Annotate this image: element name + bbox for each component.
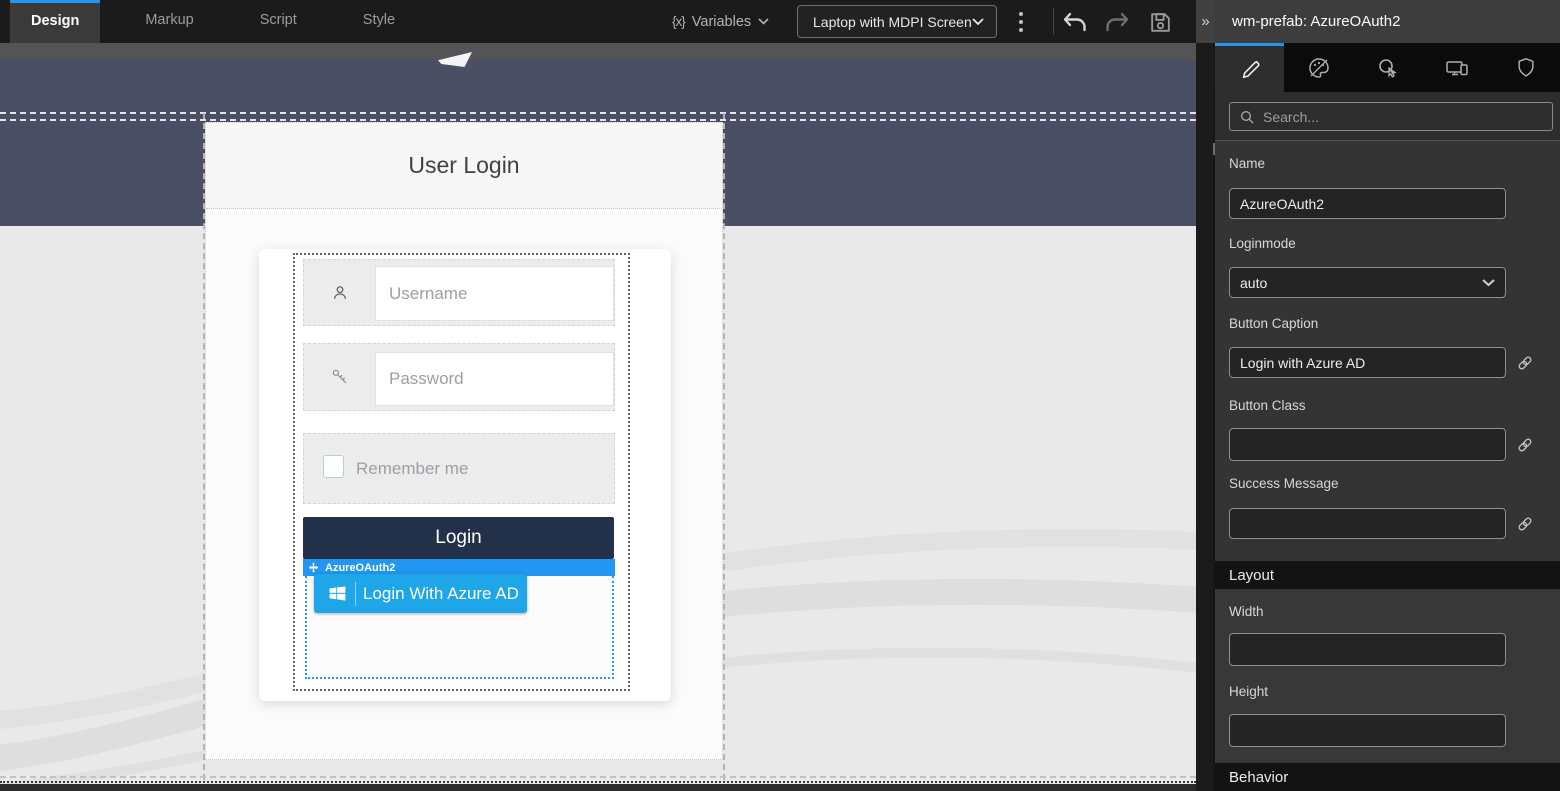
toolbar-divider xyxy=(1053,8,1054,35)
width-input[interactable] xyxy=(1229,633,1506,666)
variables-label: Variables xyxy=(692,14,751,30)
selection-guide-line xyxy=(0,776,1196,778)
magnifier-cursor-icon xyxy=(1376,56,1400,80)
selection-guide-line xyxy=(0,112,1196,114)
bind-link-icon[interactable] xyxy=(1516,354,1534,372)
username-input[interactable]: Username xyxy=(375,266,614,321)
search-input[interactable] xyxy=(1263,109,1523,125)
azure-button-label: Login With Azure AD xyxy=(363,584,519,604)
tab-properties[interactable] xyxy=(1215,43,1284,92)
designed-page[interactable]: User Login Username xyxy=(205,122,723,760)
remember-me-row[interactable]: Remember me xyxy=(303,433,615,504)
remember-me-label: Remember me xyxy=(356,434,468,503)
height-label: Height xyxy=(1229,684,1268,699)
mode-tabs: Design Markup Script Style xyxy=(10,0,416,43)
variables-menu[interactable]: {x} Variables xyxy=(672,0,769,43)
selection-guide-line xyxy=(723,113,725,780)
save-icon xyxy=(1148,10,1173,35)
shield-icon xyxy=(1515,56,1537,79)
canvas-top-strip xyxy=(0,43,1196,60)
chevron-down-icon xyxy=(1482,279,1495,287)
devices-icon xyxy=(1444,56,1470,80)
width-label: Width xyxy=(1229,604,1264,619)
name-label: Name xyxy=(1229,156,1265,171)
pencil-icon xyxy=(1239,58,1261,80)
username-row[interactable]: Username xyxy=(303,259,615,326)
selection-guide-line xyxy=(0,119,1196,121)
more-options-button[interactable] xyxy=(1018,12,1024,32)
double-chevron-icon: » xyxy=(1201,13,1209,30)
button-caption-input[interactable] xyxy=(1229,347,1506,378)
undo-icon xyxy=(1062,10,1088,34)
success-message-label: Success Message xyxy=(1229,476,1339,491)
redo-icon xyxy=(1104,10,1130,34)
redo-button[interactable] xyxy=(1103,8,1131,36)
tab-script[interactable]: Script xyxy=(239,0,318,43)
azure-login-button[interactable]: Login With Azure AD xyxy=(314,574,527,613)
top-toolbar: Design Markup Script Style {x} Variables… xyxy=(0,0,1215,43)
panel-body: Name Loginmode auto Button Caption Butto… xyxy=(1215,141,1560,791)
button-caption-label: Button Caption xyxy=(1229,316,1318,331)
remember-me-checkbox[interactable] xyxy=(323,455,344,478)
device-selector[interactable]: Laptop with MDPI Screen xyxy=(797,5,997,38)
button-divider xyxy=(355,582,356,606)
behavior-section-header[interactable]: Behavior xyxy=(1215,763,1560,791)
loginmode-select[interactable]: auto xyxy=(1229,267,1506,298)
page-header[interactable]: User Login xyxy=(206,123,722,209)
prefab-tag-label: AzureOAuth2 xyxy=(325,562,395,574)
tab-styles[interactable] xyxy=(1284,43,1353,92)
canvas-bottom-strip xyxy=(0,784,1196,791)
success-message-input[interactable] xyxy=(1229,508,1506,539)
button-class-label: Button Class xyxy=(1229,398,1306,413)
variables-icon: {x} xyxy=(672,14,685,29)
panel-tabs xyxy=(1215,43,1560,92)
tab-design[interactable]: Design xyxy=(10,0,100,43)
save-button[interactable] xyxy=(1146,8,1174,36)
page-title: User Login xyxy=(408,152,519,179)
login-button[interactable]: Login xyxy=(303,517,614,559)
layout-section-header[interactable]: Layout xyxy=(1215,561,1560,589)
chevron-down-icon xyxy=(758,18,769,25)
loginmode-label: Loginmode xyxy=(1229,236,1296,251)
search-icon xyxy=(1239,109,1255,125)
bind-link-icon[interactable] xyxy=(1516,436,1534,454)
loginmode-value: auto xyxy=(1240,275,1482,291)
design-canvas[interactable]: User Login Username xyxy=(0,43,1196,791)
login-form-card[interactable]: Username Password xyxy=(259,249,671,701)
search-field[interactable] xyxy=(1229,102,1553,131)
tab-style[interactable]: Style xyxy=(342,0,416,43)
properties-panel: wm-prefab: AzureOAuth2 xyxy=(1215,0,1560,791)
panel-collapse-button[interactable]: » xyxy=(1196,0,1215,43)
container-dotted-border xyxy=(0,781,1196,783)
prefab-selected-region[interactable]: Login With Azure AD xyxy=(305,576,614,679)
undo-button[interactable] xyxy=(1061,8,1089,36)
panel-search-row xyxy=(1215,92,1560,141)
height-input[interactable] xyxy=(1229,714,1506,747)
tab-devices[interactable] xyxy=(1422,43,1491,92)
panel-title: wm-prefab: AzureOAuth2 xyxy=(1215,0,1560,43)
key-icon xyxy=(304,344,375,410)
tab-markup[interactable]: Markup xyxy=(124,0,214,43)
button-class-input[interactable] xyxy=(1229,428,1506,461)
bind-link-icon[interactable] xyxy=(1516,515,1534,533)
palette-icon xyxy=(1307,56,1331,80)
tab-security[interactable] xyxy=(1491,43,1560,92)
windows-logo-icon xyxy=(328,584,347,603)
name-input[interactable] xyxy=(1229,188,1506,219)
device-selector-value: Laptop with MDPI Screen xyxy=(813,14,972,30)
login-form-container[interactable]: Username Password xyxy=(293,253,630,691)
password-row[interactable]: Password xyxy=(303,343,615,411)
chevron-down-icon xyxy=(972,18,984,26)
move-icon xyxy=(308,562,319,573)
wavemaker-designer: Design Markup Script Style {x} Variables… xyxy=(0,0,1560,791)
tab-inspect[interactable] xyxy=(1353,43,1422,92)
password-input[interactable]: Password xyxy=(375,352,614,406)
user-icon xyxy=(304,260,375,325)
